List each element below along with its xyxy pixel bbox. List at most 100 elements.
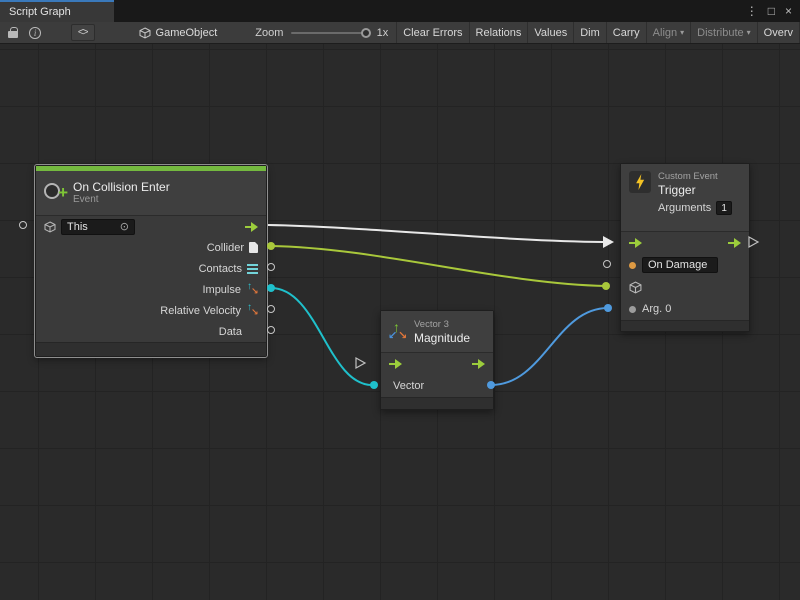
target-row: This ⊙ (36, 216, 266, 237)
event-name-row: On Damage (621, 254, 749, 276)
event-name-field[interactable]: On Damage (642, 257, 718, 273)
port-label: Data (219, 326, 242, 338)
arg0-input-port[interactable] (604, 304, 612, 312)
wire-magnitude-arg0[interactable] (491, 308, 608, 385)
cube-icon (139, 27, 151, 39)
port-label: Vector (389, 380, 424, 392)
script-graph-window: Script Graph ⋮ □ × i <> GameObject Zoom … (0, 0, 800, 600)
zoom-slider[interactable] (291, 27, 370, 39)
flow-row (381, 353, 493, 375)
flow-input-port[interactable] (629, 238, 642, 248)
event-icon: + (44, 182, 66, 204)
node-footer (621, 320, 749, 331)
node-header: ↑↙↘ Vector 3 Magnitude (381, 311, 493, 353)
align-dropdown[interactable]: Align ▾ (646, 22, 690, 44)
graph-toolbar: i <> GameObject Zoom 1x Clear Errors Rel… (0, 22, 800, 44)
graph-canvas[interactable]: + On Collision Enter Event This ⊙ (0, 44, 800, 600)
arg0-row: Arg. 0 (621, 298, 749, 320)
data-output-port[interactable] (267, 326, 275, 334)
node-title: Trigger (658, 183, 732, 197)
node-subtitle: Event (73, 194, 170, 206)
wire-collider-target[interactable] (271, 246, 606, 286)
triangle-indicator-icon (749, 237, 758, 247)
values-button[interactable]: Values (527, 22, 573, 44)
output-row: Relative Velocity ↑↘ (36, 300, 266, 321)
object-port[interactable] (629, 306, 636, 313)
vector3-icon: ↑↙↘ (389, 322, 407, 342)
collider-output-port[interactable] (267, 242, 275, 250)
list-icon (247, 264, 258, 274)
object-picker-icon[interactable]: ⊙ (120, 220, 129, 233)
node-header: + On Collision Enter Event (36, 171, 266, 216)
output-row: Collider (36, 237, 266, 258)
target-input-port[interactable] (602, 282, 610, 290)
event-name-input-port[interactable] (603, 260, 611, 268)
node-kicker: Vector 3 (414, 319, 470, 331)
node-magnitude[interactable]: ↑↙↘ Vector 3 Magnitude Vector (380, 310, 494, 410)
kebab-menu-icon[interactable]: ⋮ (746, 4, 758, 18)
vector-row: Vector (381, 375, 493, 397)
port-label: Contacts (199, 263, 242, 275)
tab-bar: Script Graph ⋮ □ × (0, 0, 800, 22)
node-on-collision-enter[interactable]: + On Collision Enter Event This ⊙ (35, 165, 267, 357)
flow-output-port[interactable] (728, 238, 741, 248)
node-header: Custom Event Trigger Arguments 1 (621, 164, 749, 232)
output-row: Impulse ↑↘ (36, 279, 266, 300)
flow-input-port[interactable] (389, 359, 402, 369)
cube-icon (629, 281, 642, 294)
port-label: Relative Velocity (160, 305, 241, 317)
relative-velocity-output-port[interactable] (267, 305, 275, 313)
pointer-label: GameObject (156, 27, 218, 39)
tab-script-graph[interactable]: Script Graph (0, 0, 114, 22)
triangle-indicator-icon (356, 358, 365, 368)
arguments-label: Arguments (658, 202, 711, 214)
flow-arrowhead-icon (603, 236, 614, 248)
zoom-label: Zoom (255, 27, 283, 39)
port-label: Impulse (202, 284, 241, 296)
vector-input-port[interactable] (370, 381, 378, 389)
chevron-down-icon: ▾ (747, 28, 751, 37)
tab-label: Script Graph (9, 6, 71, 18)
node-title: Magnitude (414, 331, 470, 345)
carry-button[interactable]: Carry (606, 22, 646, 44)
relations-button[interactable]: Relations (469, 22, 528, 44)
zoom-value: 1x (377, 27, 389, 39)
event-input-port[interactable] (19, 221, 27, 229)
port-label: Arg. 0 (642, 303, 671, 315)
lock-icon[interactable] (8, 27, 17, 38)
zoom-slider-track (291, 32, 370, 34)
output-row: Data (36, 321, 266, 342)
chevron-down-icon: ▾ (680, 28, 684, 37)
tab-spacer (114, 0, 746, 22)
wire-impulse-vector[interactable] (271, 288, 372, 385)
node-title: On Collision Enter (73, 180, 170, 194)
document-icon (249, 242, 258, 253)
maximize-icon[interactable]: □ (768, 4, 775, 18)
arguments-field[interactable]: 1 (716, 201, 732, 215)
zoom-slider-handle[interactable] (361, 28, 371, 38)
lightning-icon (629, 171, 651, 193)
close-icon[interactable]: × (785, 4, 792, 18)
gameobject-pointer[interactable]: GameObject (139, 27, 218, 39)
target-row (621, 276, 749, 298)
string-port[interactable] (629, 262, 636, 269)
distribute-dropdown[interactable]: Distribute ▾ (690, 22, 756, 44)
flow-output-port[interactable] (245, 222, 258, 232)
node-trigger-custom-event[interactable]: Custom Event Trigger Arguments 1 On Dama… (620, 163, 750, 332)
flow-output-port[interactable] (472, 359, 485, 369)
cube-icon (44, 221, 56, 233)
contacts-output-port[interactable] (267, 263, 275, 271)
dim-button[interactable]: Dim (573, 22, 606, 44)
flow-row (621, 232, 749, 254)
code-toggle-button[interactable]: <> (71, 24, 95, 41)
info-icon[interactable]: i (29, 27, 40, 39)
wire-flow[interactable] (268, 225, 603, 242)
clear-errors-button[interactable]: Clear Errors (396, 22, 468, 44)
node-footer (36, 342, 266, 356)
overview-button[interactable]: Overv (757, 22, 800, 44)
vector3-icon: ↑↘ (246, 284, 258, 296)
node-footer (381, 397, 493, 409)
port-label: Collider (207, 242, 244, 254)
target-field[interactable]: This ⊙ (61, 219, 135, 235)
impulse-output-port[interactable] (267, 284, 275, 292)
